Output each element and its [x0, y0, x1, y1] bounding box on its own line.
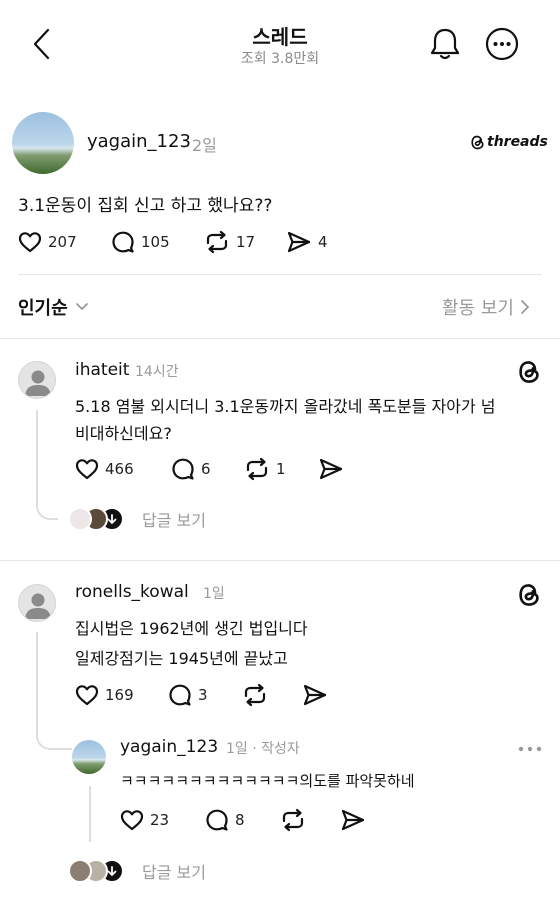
like-button[interactable]: 23: [120, 808, 169, 832]
reply-text-line1: 5.18 염불 외시더니 3.1운동까지 올라갔네 폭도분들 자아가 넘: [75, 397, 496, 416]
avatar[interactable]: [18, 584, 56, 622]
bell-icon: [430, 28, 460, 60]
send-icon: [303, 684, 327, 706]
threads-logo-icon: [471, 135, 484, 149]
reply-username[interactable]: ronells_kowal: [75, 582, 189, 602]
like-count: 23: [150, 811, 170, 829]
thread-line: [36, 410, 58, 520]
share-button[interactable]: [340, 808, 366, 832]
sort-label: 인기순: [18, 298, 68, 319]
comment-button[interactable]: 3: [168, 683, 208, 707]
chevron-right-icon: [521, 300, 530, 314]
repost-button[interactable]: [280, 808, 306, 832]
repost-count: 1: [276, 460, 286, 478]
threads-wordmark: threads: [487, 134, 548, 150]
heart-icon: [75, 459, 99, 480]
like-count: 207: [48, 233, 77, 251]
reply-text-line2: 비대하신데요?: [75, 424, 172, 443]
like-count: 169: [105, 686, 134, 704]
view-activity-link[interactable]: 활동 보기: [442, 294, 530, 320]
nested-reply-text: ㅋㅋㅋㅋㅋㅋㅋㅋㅋㅋㅋㅋㅋ의도를 파악못하네: [120, 772, 415, 790]
like-button[interactable]: 207: [18, 230, 77, 254]
more-button[interactable]: [485, 27, 519, 61]
reply-text-line2: 일제강점기는 1945년에 끝났고: [75, 649, 288, 668]
more-horizontal-icon: [518, 746, 542, 752]
repost-icon: [246, 457, 268, 481]
view-replies[interactable]: 답글 보기: [68, 859, 206, 883]
repost-icon: [206, 230, 228, 254]
heart-icon: [120, 810, 144, 831]
heart-icon: [18, 232, 42, 253]
comment-icon: [112, 231, 134, 253]
comment-icon: [206, 809, 228, 831]
post-username[interactable]: yagain_123: [87, 131, 191, 152]
share-button[interactable]: [302, 683, 328, 707]
post-text: 3.1운동이 집회 신고 하고 했나요??: [18, 196, 273, 216]
avatar: [68, 507, 92, 531]
divider: [0, 338, 560, 339]
default-avatar-icon: [25, 593, 51, 619]
comment-button[interactable]: 6: [171, 457, 211, 481]
view-replies[interactable]: 답글 보기: [68, 507, 206, 531]
like-count: 466: [105, 460, 134, 478]
more-circle-icon: [485, 27, 519, 61]
repost-icon: [244, 683, 266, 707]
threads-brand: threads: [470, 134, 548, 150]
share-button[interactable]: [318, 457, 344, 481]
comment-count: 105: [141, 233, 170, 251]
view-count: 조회 3.8만회: [240, 51, 320, 67]
threads-logo-icon: [519, 361, 539, 383]
divider: [18, 274, 542, 275]
default-avatar-icon: [25, 370, 51, 396]
nested-more-button[interactable]: [518, 746, 542, 752]
send-icon: [341, 809, 365, 831]
thread-line: [36, 632, 72, 750]
avatar[interactable]: [18, 361, 56, 399]
repost-button[interactable]: 1: [244, 457, 286, 481]
comment-button[interactable]: 105: [111, 230, 170, 254]
send-icon: [287, 231, 311, 253]
notification-button[interactable]: [428, 26, 462, 62]
view-activity-label: 활동 보기: [442, 298, 514, 319]
reply-time: 1일: [203, 586, 225, 602]
like-button[interactable]: 169: [75, 683, 134, 707]
reply-time: 14시간: [135, 364, 179, 380]
divider: [0, 560, 560, 561]
nested-reply-username[interactable]: yagain_123: [120, 737, 218, 757]
send-icon: [319, 458, 343, 480]
view-replies-label: 답글 보기: [142, 863, 206, 882]
comment-button[interactable]: 8: [205, 808, 245, 832]
reply-text-line1: 집시법은 1962년에 생긴 법입니다: [75, 619, 308, 638]
nested-reply-time: 1일 · 작성자: [226, 741, 300, 757]
comment-count: 3: [198, 686, 208, 704]
comment-icon: [172, 458, 194, 480]
comment-icon: [169, 684, 191, 706]
repost-count: 17: [236, 233, 256, 251]
thread-line: [89, 786, 91, 842]
avatar: [68, 859, 92, 883]
comment-count: 6: [201, 460, 211, 478]
chevron-down-icon: [75, 303, 88, 311]
share-count: 4: [318, 233, 328, 251]
threads-logo-icon: [519, 584, 539, 606]
post-time: 2일: [192, 136, 217, 155]
threads-icon[interactable]: [517, 360, 541, 384]
sort-dropdown[interactable]: 인기순: [18, 294, 90, 320]
avatar[interactable]: [12, 112, 74, 174]
heart-icon: [75, 685, 99, 706]
like-button[interactable]: 466: [75, 457, 134, 481]
repost-icon: [282, 808, 304, 832]
avatar[interactable]: [72, 740, 106, 774]
repost-button[interactable]: 17: [204, 230, 255, 254]
view-replies-label: 답글 보기: [142, 511, 206, 530]
page-title: 스레드: [252, 25, 308, 49]
threads-icon[interactable]: [517, 583, 541, 607]
share-button[interactable]: 4: [286, 230, 328, 254]
comment-count: 8: [235, 811, 245, 829]
repost-button[interactable]: [242, 683, 268, 707]
reply-username[interactable]: ihateit: [75, 360, 129, 380]
